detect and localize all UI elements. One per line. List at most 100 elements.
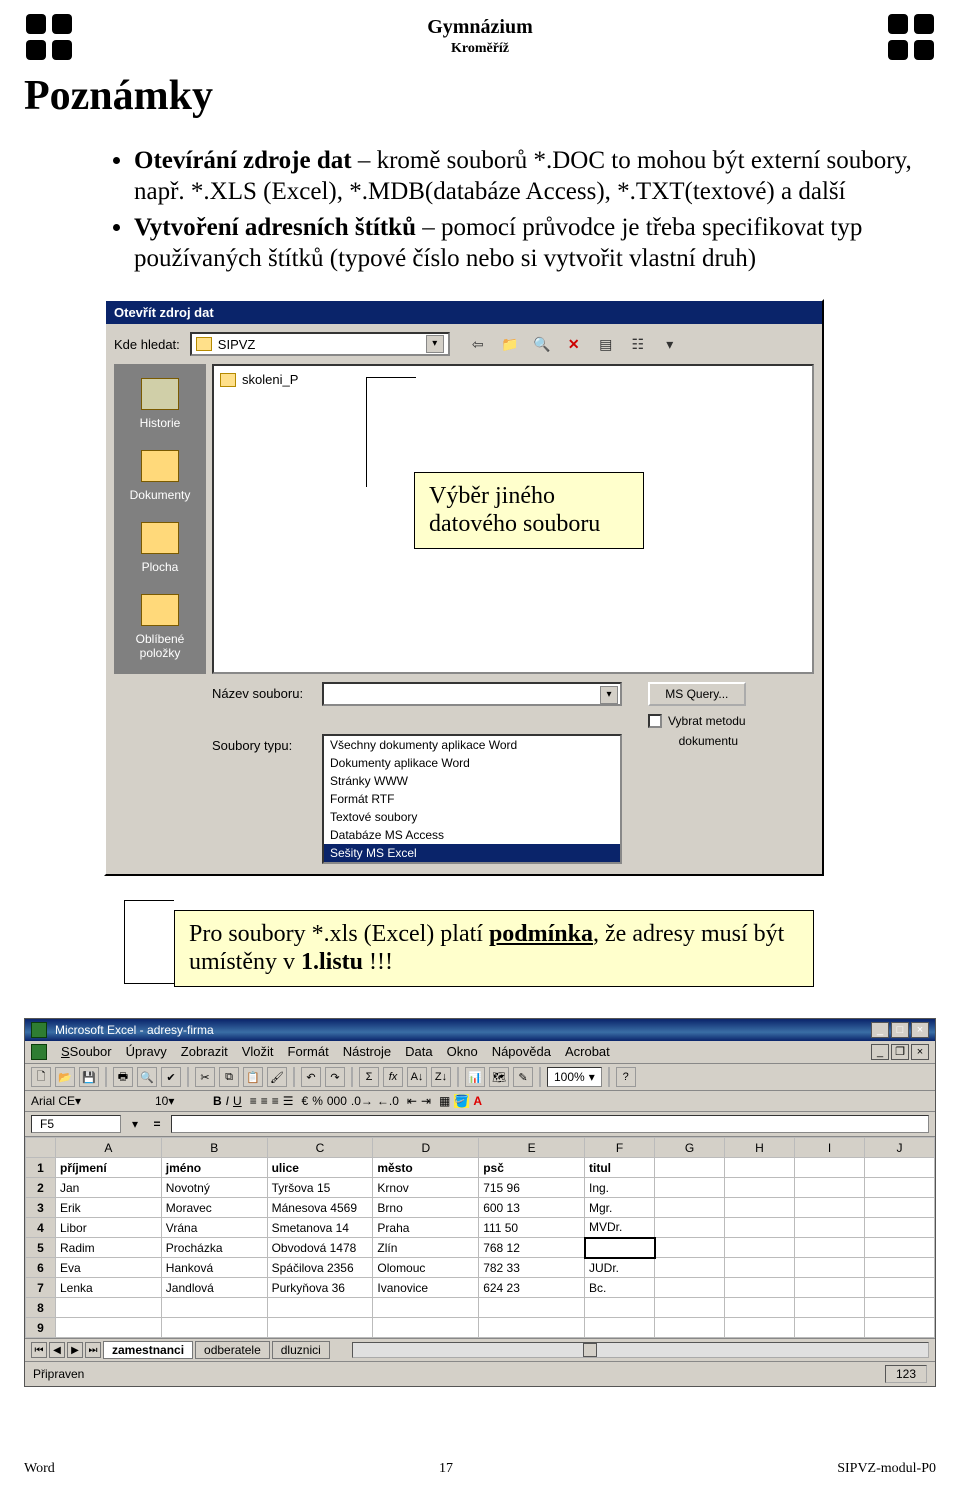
- ms-query-button[interactable]: MS Query...: [648, 682, 746, 706]
- row-header[interactable]: 4: [26, 1218, 56, 1238]
- copy-icon[interactable]: ⧉: [219, 1067, 239, 1087]
- zoom-combo[interactable]: 100%▾: [547, 1067, 602, 1087]
- thousands-icon[interactable]: 000: [327, 1094, 347, 1108]
- col-header[interactable]: J: [865, 1138, 935, 1158]
- align-left-icon[interactable]: ≡: [250, 1094, 257, 1108]
- cell[interactable]: Mánesova 4569: [267, 1198, 373, 1218]
- redo-icon[interactable]: ↷: [325, 1067, 345, 1087]
- preview-icon[interactable]: 🔍: [137, 1067, 157, 1087]
- cell[interactable]: Ivanovice: [373, 1278, 479, 1298]
- underline-icon[interactable]: U: [233, 1094, 242, 1108]
- format-painter-icon[interactable]: 🖌: [267, 1067, 287, 1087]
- menu-data[interactable]: Data: [405, 1044, 432, 1060]
- tab-nav-last[interactable]: ⏭: [85, 1342, 101, 1358]
- increase-decimal-icon[interactable]: .0→: [351, 1094, 373, 1108]
- close-button[interactable]: ×: [911, 1022, 929, 1038]
- row-header[interactable]: 8: [26, 1298, 56, 1318]
- bold-icon[interactable]: B: [213, 1094, 222, 1108]
- function-icon[interactable]: fx: [383, 1067, 403, 1087]
- spell-icon[interactable]: ✔: [161, 1067, 181, 1087]
- menu-nastroje[interactable]: Nástroje: [343, 1044, 391, 1060]
- cell[interactable]: Lenka: [56, 1278, 162, 1298]
- formula-bar[interactable]: [171, 1115, 929, 1133]
- cell[interactable]: město: [373, 1158, 479, 1178]
- row-header[interactable]: 5: [26, 1238, 56, 1258]
- select-method-checkbox[interactable]: Vybrat metodu: [648, 714, 746, 728]
- chart-icon[interactable]: 📊: [465, 1067, 485, 1087]
- chevron-down-icon[interactable]: ▾: [600, 686, 618, 704]
- font-color-icon[interactable]: A: [473, 1094, 482, 1108]
- tab-nav-prev[interactable]: ◀: [49, 1342, 65, 1358]
- borders-icon[interactable]: ▦: [439, 1094, 450, 1108]
- tab-nav-next[interactable]: ▶: [67, 1342, 83, 1358]
- row-header[interactable]: 6: [26, 1258, 56, 1278]
- cell[interactable]: Radim: [56, 1238, 162, 1258]
- increase-indent-icon[interactable]: ⇥: [421, 1094, 431, 1108]
- sheet-tab[interactable]: dluznici: [272, 1341, 330, 1359]
- col-header[interactable]: A: [56, 1138, 162, 1158]
- filetype-option-selected[interactable]: Sešity MS Excel: [324, 844, 620, 862]
- paste-icon[interactable]: 📋: [243, 1067, 263, 1087]
- cell[interactable]: Procházka: [161, 1238, 267, 1258]
- cell[interactable]: Tyršova 15: [267, 1178, 373, 1198]
- save-icon[interactable]: 💾: [79, 1067, 99, 1087]
- drawing-icon[interactable]: ✎: [513, 1067, 533, 1087]
- tab-nav-first[interactable]: ⏮: [31, 1342, 47, 1358]
- print-icon[interactable]: 🖶: [113, 1067, 133, 1087]
- sheet-tab-active[interactable]: zamestnanci: [103, 1341, 193, 1359]
- help-icon[interactable]: ?: [616, 1067, 636, 1087]
- cell[interactable]: 782 33: [479, 1258, 585, 1278]
- cut-icon[interactable]: ✂: [195, 1067, 215, 1087]
- doc-close-button[interactable]: ×: [911, 1044, 929, 1060]
- delete-icon[interactable]: ✕: [564, 334, 584, 354]
- map-icon[interactable]: 🗺: [489, 1067, 509, 1087]
- cell[interactable]: Erik: [56, 1198, 162, 1218]
- cell[interactable]: 111 50: [479, 1218, 585, 1238]
- sort-desc-icon[interactable]: Z↓: [431, 1067, 451, 1087]
- cell[interactable]: Bc.: [585, 1278, 655, 1298]
- excel-menubar[interactable]: SSoubor Úpravy Zobrazit Vložit Formát Ná…: [25, 1041, 935, 1064]
- cell[interactable]: 715 96: [479, 1178, 585, 1198]
- row-header[interactable]: 2: [26, 1178, 56, 1198]
- cell[interactable]: jméno: [161, 1158, 267, 1178]
- col-header[interactable]: C: [267, 1138, 373, 1158]
- decrease-decimal-icon[interactable]: ←.0: [377, 1094, 399, 1108]
- filetype-option[interactable]: Databáze MS Access: [324, 826, 620, 844]
- cell[interactable]: MVDr.: [585, 1218, 655, 1238]
- doc-minimize-button[interactable]: _: [871, 1044, 889, 1060]
- menu-okno[interactable]: Okno: [447, 1044, 478, 1060]
- cell[interactable]: Jandlová: [161, 1278, 267, 1298]
- fill-color-icon[interactable]: 🪣: [454, 1094, 469, 1108]
- col-header[interactable]: B: [161, 1138, 267, 1158]
- filetype-option[interactable]: Textové soubory: [324, 808, 620, 826]
- cell[interactable]: Obvodová 1478: [267, 1238, 373, 1258]
- col-header[interactable]: E: [479, 1138, 585, 1158]
- chevron-down-icon[interactable]: ▾: [426, 335, 444, 353]
- merge-icon[interactable]: ☰: [283, 1094, 294, 1108]
- menu-soubor[interactable]: SSoubor: [61, 1044, 112, 1060]
- col-header[interactable]: G: [655, 1138, 725, 1158]
- menu-zobrazit[interactable]: Zobrazit: [181, 1044, 228, 1060]
- cell[interactable]: Spáčilova 2356: [267, 1258, 373, 1278]
- col-header[interactable]: D: [373, 1138, 479, 1158]
- row-header[interactable]: 1: [26, 1158, 56, 1178]
- col-header[interactable]: H: [725, 1138, 795, 1158]
- excel-format-toolbar[interactable]: Arial CE▾ 10▾ B I U ≡ ≡ ≡ ☰ € % 000 .0→ …: [25, 1091, 935, 1112]
- spreadsheet-grid[interactable]: A B C D E F G H I J 1příjmeníjménoulicem…: [25, 1137, 935, 1338]
- font-combo[interactable]: Arial CE▾: [31, 1094, 151, 1108]
- cell[interactable]: ulice: [267, 1158, 373, 1178]
- menu-chevron-icon[interactable]: ▾: [660, 334, 680, 354]
- cell[interactable]: Vrána: [161, 1218, 267, 1238]
- cell[interactable]: Olomouc: [373, 1258, 479, 1278]
- cell[interactable]: Smetanova 14: [267, 1218, 373, 1238]
- cell[interactable]: Eva: [56, 1258, 162, 1278]
- horizontal-scrollbar[interactable]: [352, 1342, 929, 1358]
- cell[interactable]: příjmení: [56, 1158, 162, 1178]
- cell[interactable]: Novotný: [161, 1178, 267, 1198]
- filetype-option[interactable]: Stránky WWW: [324, 772, 620, 790]
- sort-asc-icon[interactable]: A↓: [407, 1067, 427, 1087]
- new-icon[interactable]: 🗋: [31, 1067, 51, 1087]
- menu-vlozit[interactable]: Vložit: [242, 1044, 274, 1060]
- cell[interactable]: Jan: [56, 1178, 162, 1198]
- cell[interactable]: Mgr.: [585, 1198, 655, 1218]
